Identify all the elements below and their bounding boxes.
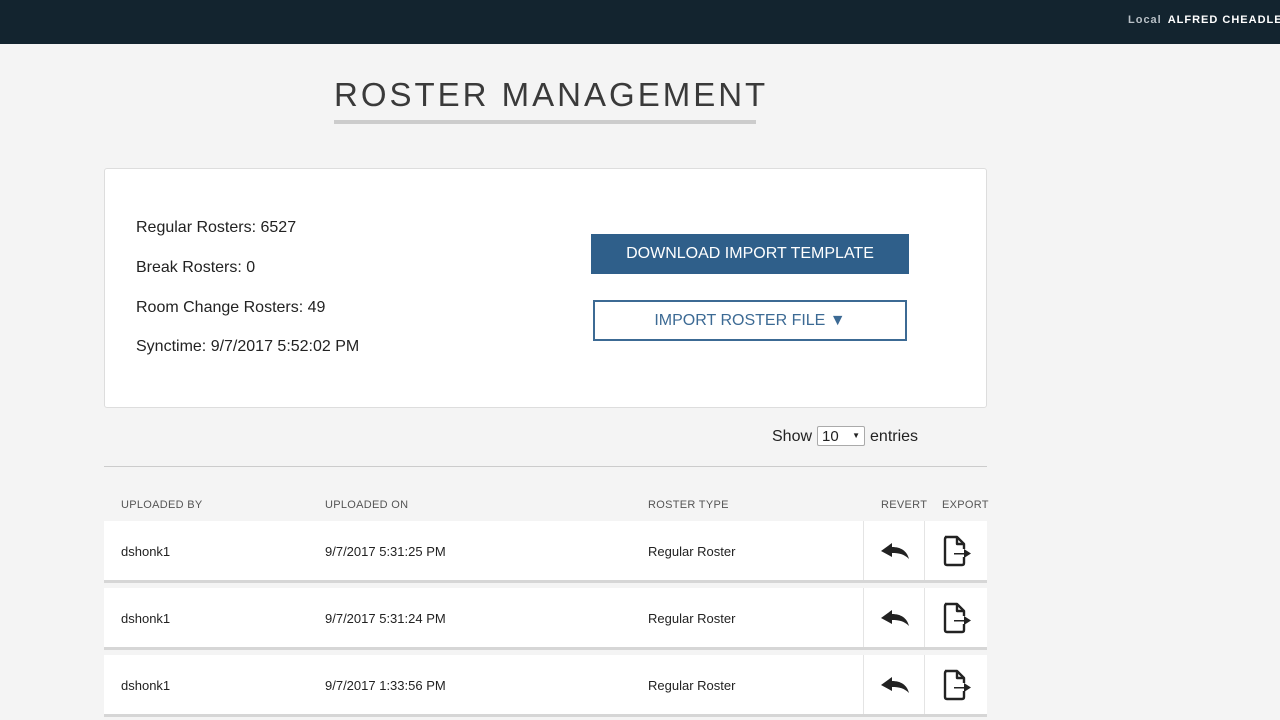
uploaded-by-cell: dshonk1 (121, 678, 171, 693)
break-rosters-count: Break Rosters: 0 (136, 259, 256, 276)
export-button[interactable] (924, 521, 985, 580)
location-label: Local (1128, 14, 1162, 26)
entries-length-control: Show 10 ▼ entries (772, 426, 919, 447)
regular-rosters-count: Regular Rosters: 6527 (136, 219, 297, 236)
uploaded-on-cell: 9/7/2017 5:31:24 PM (325, 611, 446, 626)
uploaded-by-cell: dshonk1 (121, 611, 171, 626)
import-roster-file-button[interactable]: IMPORT ROSTER FILE ▼ (593, 300, 907, 341)
roster-type-cell: Regular Roster (648, 678, 736, 693)
revert-button[interactable] (863, 521, 924, 580)
uploaded-on-cell: 9/7/2017 1:33:56 PM (325, 678, 446, 693)
undo-arrow-icon (881, 677, 909, 693)
revert-button[interactable] (863, 588, 924, 647)
export-button[interactable] (924, 655, 985, 714)
download-import-template-button[interactable]: DOWNLOAD IMPORT TEMPLATE (591, 234, 909, 274)
column-header-revert: REVERT (881, 499, 928, 511)
user-info[interactable]: Local ALFRED CHEADLE (1128, 14, 1280, 26)
entries-label: entries (870, 428, 919, 446)
roster-summary-card: Regular Rosters: 6527 Break Rosters: 0 R… (104, 168, 987, 408)
table-row: dshonk1 9/7/2017 5:31:25 PM Regular Rost… (104, 521, 987, 583)
dropdown-arrow-icon: ▼ (852, 431, 861, 440)
room-change-rosters-count: Room Change Rosters: 49 (136, 299, 326, 316)
file-export-icon (943, 669, 971, 701)
undo-arrow-icon (881, 543, 909, 559)
undo-arrow-icon (881, 610, 909, 626)
column-header-roster-type[interactable]: ROSTER TYPE (648, 499, 729, 511)
roster-type-cell: Regular Roster (648, 544, 736, 559)
revert-button[interactable] (863, 655, 924, 714)
column-header-uploaded-on[interactable]: UPLOADED ON (325, 499, 408, 511)
table-row: dshonk1 9/7/2017 1:33:56 PM Regular Rost… (104, 655, 987, 717)
synctime: Synctime: 9/7/2017 5:52:02 PM (136, 338, 360, 355)
top-navigation-bar: Local ALFRED CHEADLE (0, 0, 1280, 44)
show-label: Show (772, 428, 813, 446)
column-header-uploaded-by[interactable]: UPLOADED BY (121, 499, 203, 511)
entries-select-value: 10 (822, 428, 839, 445)
uploaded-on-cell: 9/7/2017 5:31:25 PM (325, 544, 446, 559)
entries-select[interactable]: 10 ▼ (817, 426, 866, 446)
roster-type-cell: Regular Roster (648, 611, 736, 626)
file-export-icon (943, 535, 971, 567)
section-divider (104, 466, 987, 467)
export-button[interactable] (924, 588, 985, 647)
user-name[interactable]: ALFRED CHEADLE (1168, 14, 1280, 26)
page-title: ROSTER MANAGEMENT (334, 76, 765, 124)
column-header-export: EXPORT (942, 499, 989, 511)
table-row: dshonk1 9/7/2017 5:31:24 PM Regular Rost… (104, 588, 987, 650)
uploaded-by-cell: dshonk1 (121, 544, 171, 559)
file-export-icon (943, 602, 971, 634)
